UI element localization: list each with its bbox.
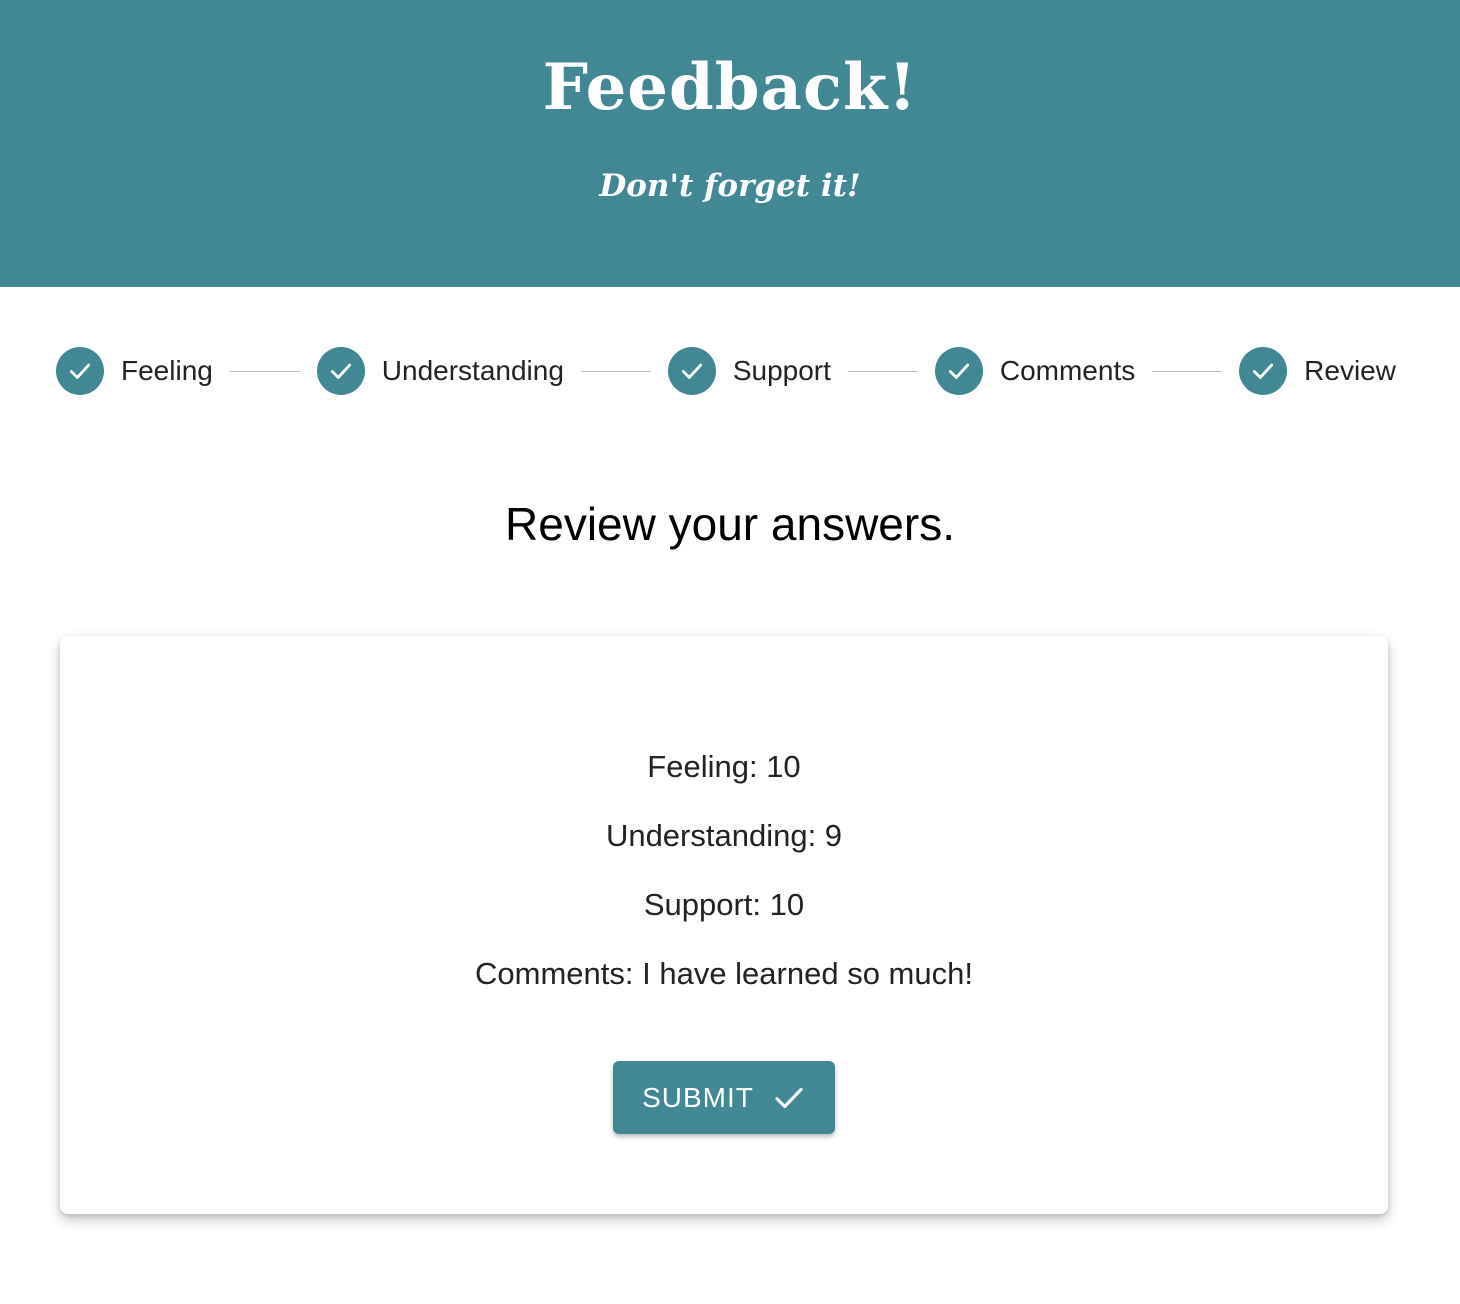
check-circle-icon [56, 347, 104, 395]
step-connector [229, 370, 300, 372]
step-feeling[interactable]: Feeling [56, 347, 213, 395]
check-icon [772, 1081, 806, 1115]
step-label-feeling: Feeling [121, 355, 213, 386]
step-review[interactable]: Review [1239, 347, 1396, 395]
submit-button[interactable]: SUBMIT [613, 1061, 835, 1134]
step-support[interactable]: Support [667, 347, 831, 395]
check-circle-icon [316, 347, 365, 395]
answer-support: Support: 10 [643, 887, 805, 922]
progress-stepper: Feeling Understanding Support Comments R… [56, 346, 1396, 396]
step-understanding[interactable]: Understanding [316, 347, 564, 395]
check-circle-icon [1239, 347, 1288, 395]
page-header-title: Feedback! [542, 50, 918, 125]
step-label-understanding: Understanding [381, 355, 564, 386]
app-header: Feedback! Don't forget it! [0, 0, 1460, 287]
answer-feeling: Feeling: 10 [647, 749, 801, 784]
step-comments[interactable]: Comments [934, 347, 1136, 395]
review-title: Review your answers. [505, 498, 955, 550]
step-label-support: Support [732, 355, 831, 386]
check-circle-icon [934, 347, 983, 395]
step-label-review: Review [1304, 355, 1396, 386]
review-card: Feeling: 10 Understanding: 9 Support: 10… [60, 636, 1388, 1214]
step-connector [847, 370, 918, 372]
submit-button-label: SUBMIT [642, 1081, 754, 1113]
answer-understanding: Understanding: 9 [605, 818, 843, 853]
answer-comments: Comments: I have learned so much! [475, 956, 973, 991]
step-connector [580, 370, 651, 372]
check-circle-icon [667, 347, 716, 395]
step-label-comments: Comments [999, 355, 1136, 386]
page-header-subtitle: Don't forget it! [599, 168, 861, 204]
step-connector [1152, 370, 1223, 372]
